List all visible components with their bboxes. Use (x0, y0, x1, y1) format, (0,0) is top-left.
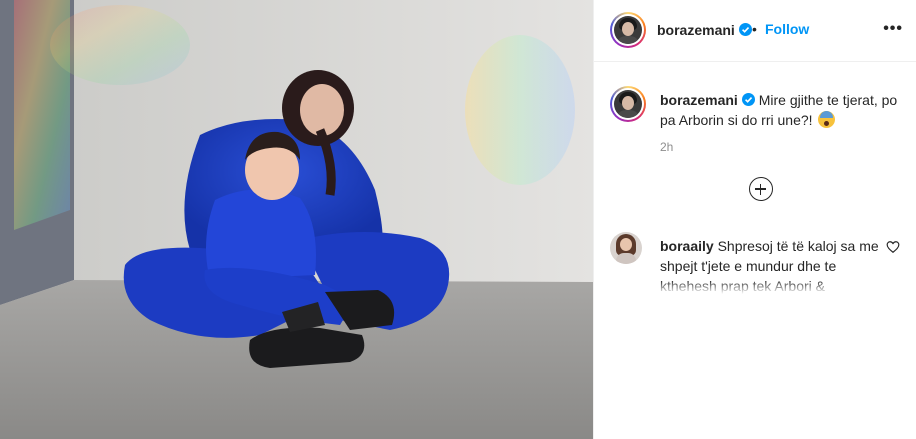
post-header: borazemani • Follow ••• (594, 0, 916, 62)
caption-username[interactable]: borazemani (660, 92, 738, 108)
plus-circle-icon[interactable] (749, 177, 773, 201)
author-username[interactable]: borazemani (657, 22, 735, 38)
comment-username[interactable]: boraaily (660, 238, 714, 254)
author-name-row: borazemani (657, 22, 752, 38)
more-options-icon[interactable]: ••• (883, 20, 903, 38)
verified-badge-icon (738, 23, 752, 36)
heart-icon[interactable] (886, 240, 900, 254)
post-timestamp[interactable]: 2h (660, 140, 673, 154)
follow-button[interactable]: Follow (765, 21, 809, 37)
post-side-panel: borazemani • Follow ••• borazemani Mire … (593, 0, 916, 439)
post-caption: borazemani Mire gjithe te tjerat, po pa … (660, 90, 900, 130)
anxious-face-emoji-icon (818, 111, 836, 128)
verified-badge-icon (741, 93, 755, 106)
commenter-avatar[interactable] (610, 232, 642, 264)
photo-illustration (0, 0, 593, 439)
post-photo[interactable] (0, 0, 593, 439)
comment-fade (660, 280, 880, 294)
author-avatar[interactable] (610, 12, 646, 48)
separator-dot: • (752, 21, 757, 37)
caption-avatar[interactable] (610, 86, 646, 122)
